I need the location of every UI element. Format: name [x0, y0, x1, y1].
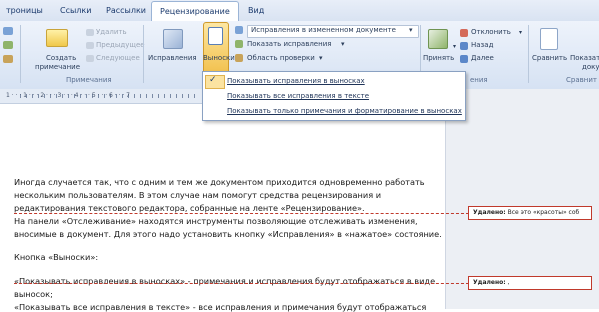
- accept-chevron-icon[interactable]: ▾: [453, 42, 456, 51]
- balloon-text: Все это «красоты» соб: [507, 209, 580, 216]
- menu-item-show-only-comments-formatting[interactable]: Показывать только примечания и форматиро…: [227, 107, 462, 115]
- balloon-text: ,: [507, 279, 510, 286]
- document-line: Кнопка «Выноски»:: [14, 252, 99, 262]
- previous-change-icon: [460, 42, 468, 50]
- deletion-connector: [14, 283, 469, 284]
- checkmark-icon: ✓: [209, 75, 217, 85]
- changes-group-label: ения: [470, 76, 488, 84]
- separator: [143, 25, 144, 83]
- reviewing-pane-icon: [235, 54, 243, 62]
- document-line: На панели «Отслеживание» находятся инстр…: [14, 216, 418, 226]
- next-change-button[interactable]: Далее: [471, 54, 494, 63]
- document-line: вносимые в документ. Для этого надо уста…: [14, 229, 442, 239]
- balloon-label: Удалено:: [473, 209, 506, 216]
- deletion-balloon[interactable]: Удалено: ,: [468, 276, 592, 290]
- next-comment-icon[interactable]: [86, 55, 94, 62]
- balloon-label: Удалено:: [473, 279, 506, 286]
- tab-review[interactable]: Рецензирование: [151, 1, 239, 21]
- new-comment-icon[interactable]: [46, 29, 68, 47]
- previous-change-button[interactable]: Назад: [471, 41, 493, 50]
- compare-icon[interactable]: [540, 28, 558, 50]
- show-source-button-line2[interactable]: доку: [582, 63, 599, 72]
- balloons-dropdown-menu: ✓ Показывать исправления в выносках Пока…: [202, 71, 466, 121]
- menu-item-show-all-revisions-inline[interactable]: Показывать все исправления в тексте: [227, 92, 369, 100]
- next-change-icon: [460, 55, 468, 63]
- document-line: Иногда случается так, что с одним и тем …: [14, 177, 425, 187]
- deletion-balloon[interactable]: Удалено: Все это «красоты» соб: [468, 206, 592, 220]
- spelling-icon[interactable]: [3, 27, 13, 35]
- reject-icon: [460, 29, 468, 37]
- delete-comment-button[interactable]: Удалить: [96, 28, 127, 37]
- track-changes-button[interactable]: Исправления: [148, 54, 197, 63]
- show-markup-button[interactable]: Показать исправления: [247, 40, 331, 49]
- ribbon-tab-bar: троницы Ссылки Рассылки Рецензирование В…: [0, 0, 599, 22]
- chevron-down-icon[interactable]: ▾: [319, 54, 323, 63]
- separator: [20, 25, 21, 83]
- research-icon[interactable]: [3, 41, 13, 49]
- tab-page-layout[interactable]: троницы: [6, 3, 43, 19]
- delete-comment-icon[interactable]: [86, 29, 94, 36]
- document-line: «Показывать все исправления в тексте» - …: [14, 302, 427, 312]
- tab-view[interactable]: Вид: [248, 3, 264, 19]
- document-line: «Показывать исправления в выносках» - пр…: [14, 276, 436, 286]
- create-comment-label-1[interactable]: Создать: [46, 54, 76, 63]
- document-line: редактирования текстового редактора, соб…: [14, 203, 365, 213]
- document-line: нескольким пользователям. В этом случае …: [14, 190, 382, 200]
- display-for-review-value: Исправления в измененном документе: [251, 26, 396, 34]
- reject-button[interactable]: Отклонить: [471, 28, 511, 37]
- chevron-down-icon[interactable]: ▾: [409, 26, 413, 35]
- show-source-button[interactable]: Показат: [570, 54, 599, 63]
- show-markup-icon: [235, 40, 243, 48]
- chevron-down-icon[interactable]: ▾: [341, 40, 345, 49]
- balloons-button[interactable]: Выноски: [203, 54, 235, 63]
- menu-item-show-revisions-in-balloons[interactable]: Показывать исправления в выносках: [227, 77, 365, 85]
- accept-button[interactable]: Принять: [423, 54, 454, 63]
- translate-icon[interactable]: [3, 55, 13, 63]
- comments-group-label: Примечания: [66, 76, 112, 84]
- tab-mailings[interactable]: Рассылки: [106, 3, 146, 19]
- next-comment-button[interactable]: Следующее: [96, 54, 140, 63]
- track-changes-icon[interactable]: [163, 29, 183, 49]
- previous-comment-icon[interactable]: [86, 42, 94, 49]
- separator: [528, 25, 529, 83]
- create-comment-label-2[interactable]: примечание: [35, 63, 80, 72]
- display-for-review-icon: [235, 26, 243, 34]
- deletion-connector: [14, 213, 469, 214]
- balloons-icon: [208, 27, 223, 45]
- reviewing-pane-button[interactable]: Область проверки: [247, 54, 315, 63]
- ruler-scale: 1 · · · 1 · · · 2 · · · 3 · · · 4 · · · …: [6, 92, 130, 99]
- compare-group-label: Сравнит: [566, 76, 597, 84]
- compare-button[interactable]: Сравнить: [532, 54, 567, 63]
- accept-change-icon[interactable]: [428, 29, 448, 49]
- previous-comment-button[interactable]: Предыдущее: [96, 41, 145, 50]
- reject-chevron-icon[interactable]: ▾: [519, 28, 522, 37]
- tab-references[interactable]: Ссылки: [60, 3, 91, 19]
- document-line: выносок;: [14, 289, 53, 299]
